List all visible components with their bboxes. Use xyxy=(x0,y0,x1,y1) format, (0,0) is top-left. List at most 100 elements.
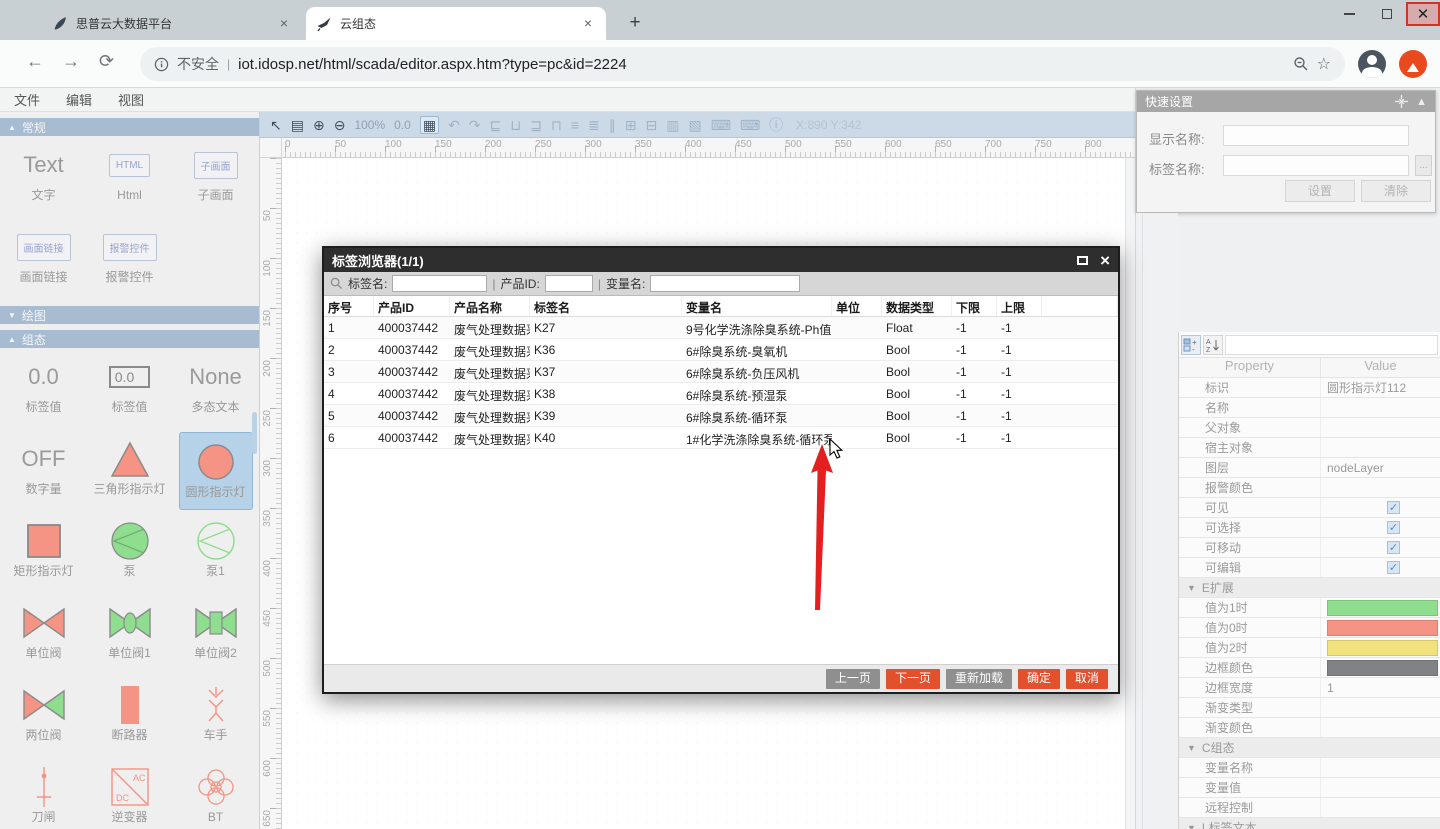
color-swatch[interactable] xyxy=(1327,600,1438,616)
zoom-out-icon[interactable]: ⊖ xyxy=(334,118,346,132)
address-bar[interactable]: 不安全 | iot.idosp.net/html/scada/editor.as… xyxy=(140,47,1345,81)
palette-section-general[interactable]: ▲常规 xyxy=(0,118,259,136)
palette-item-rect-light[interactable]: 矩形指示灯 xyxy=(1,512,87,594)
palette-item-alarm-widget[interactable]: 报警控件报警控件 xyxy=(87,218,173,300)
display-name-field[interactable] xyxy=(1223,125,1409,146)
dialog-close-icon[interactable]: × xyxy=(1100,252,1110,269)
tag-name-field[interactable] xyxy=(1223,155,1409,176)
palette-item-inverter[interactable]: ACDC逆变器 xyxy=(87,758,173,829)
palette-item-breaker[interactable]: 断路器 xyxy=(87,676,173,758)
zoom-in-icon[interactable]: ⊕ xyxy=(313,118,325,132)
save-icon[interactable]: ▤ xyxy=(291,118,304,132)
maximize-icon[interactable] xyxy=(1077,256,1088,265)
property-value[interactable] xyxy=(1321,598,1440,617)
palette-item-bt[interactable]: BT xyxy=(173,758,259,829)
property-value[interactable] xyxy=(1321,478,1440,497)
property-section-row[interactable]: ▼C组态 xyxy=(1179,738,1440,758)
property-value[interactable] xyxy=(1321,618,1440,637)
back-icon[interactable]: ← xyxy=(26,51,44,72)
palette-item-two-way-valve[interactable]: 两位阀 xyxy=(1,676,87,758)
palette-item-tag-value-box[interactable]: 0.0标签值 xyxy=(87,348,173,430)
set-button[interactable]: 设置 xyxy=(1285,180,1355,202)
checkbox-checked-icon[interactable]: ✓ xyxy=(1387,561,1400,574)
restore-button[interactable] xyxy=(1368,0,1406,28)
cancel-button[interactable]: 取消 xyxy=(1066,669,1108,689)
section-collapse-icon[interactable]: ▼ xyxy=(1187,823,1196,829)
forward-icon[interactable]: → xyxy=(62,51,80,72)
menu-file[interactable]: 文件 xyxy=(14,90,40,109)
menu-view[interactable]: 视图 xyxy=(118,90,144,109)
property-value[interactable]: nodeLayer xyxy=(1321,458,1440,477)
palette-item-unit-valve[interactable]: 单位阀 xyxy=(1,594,87,676)
minimize-button[interactable] xyxy=(1330,0,1368,28)
palette-item-triangle-light[interactable]: 三角形指示灯 xyxy=(87,430,173,512)
property-value[interactable]: ✓ xyxy=(1321,558,1440,577)
property-value[interactable] xyxy=(1321,418,1440,437)
select-cursor-icon[interactable]: ↖ xyxy=(270,118,282,132)
color-swatch[interactable] xyxy=(1327,660,1438,676)
section-collapse-icon[interactable]: ▼ xyxy=(1187,583,1196,593)
table-row[interactable]: 4400037442废气处理数据采K386#除臭系统-预湿泵Bool-1-1 xyxy=(324,383,1118,405)
property-value[interactable] xyxy=(1321,798,1440,817)
grid-toggle-icon[interactable]: ▦ xyxy=(420,116,439,134)
property-value[interactable] xyxy=(1321,758,1440,777)
palette-item-tag-value[interactable]: 0.0标签值 xyxy=(1,348,87,430)
product-id-search-input[interactable] xyxy=(545,275,593,292)
property-value[interactable] xyxy=(1321,438,1440,457)
property-value[interactable]: ✓ xyxy=(1321,498,1440,517)
property-value[interactable] xyxy=(1321,778,1440,797)
palette-item-digital-value[interactable]: OFF数字量 xyxy=(1,430,87,512)
property-filter-input[interactable] xyxy=(1225,335,1438,355)
property-value[interactable]: ✓ xyxy=(1321,518,1440,537)
palette-item-circle-light[interactable]: 圆形指示灯 xyxy=(179,432,253,510)
palette-scrollbar[interactable] xyxy=(252,412,257,454)
palette-item-handcart[interactable]: 车手 xyxy=(173,676,259,758)
table-row[interactable]: 3400037442废气处理数据采K376#除臭系统-负压风机Bool-1-1 xyxy=(324,361,1118,383)
ok-button[interactable]: 确定 xyxy=(1018,669,1060,689)
reload-button[interactable]: 重新加载 xyxy=(946,669,1012,689)
palette-item-multistate-text[interactable]: None多态文本 xyxy=(173,348,259,430)
bookmark-star-icon[interactable]: ☆ xyxy=(1317,54,1331,74)
property-section-row[interactable]: ▼L标签文本 xyxy=(1179,818,1440,829)
dock-icon[interactable] xyxy=(1395,95,1408,108)
palette-section-scada[interactable]: ▲组态 xyxy=(0,330,259,348)
clear-button[interactable]: 清除 xyxy=(1361,180,1431,202)
checkbox-checked-icon[interactable]: ✓ xyxy=(1387,501,1400,514)
profile-avatar[interactable] xyxy=(1358,50,1386,78)
close-button[interactable]: ✕ xyxy=(1406,2,1440,26)
categorize-icon[interactable]: +- xyxy=(1181,335,1201,355)
table-row[interactable]: 1400037442废气处理数据采K279号化学洗涤除臭系统-Ph值Float-… xyxy=(324,317,1118,339)
property-value[interactable] xyxy=(1321,698,1440,717)
palette-item-html[interactable]: HTMLHtml xyxy=(87,136,173,218)
property-value[interactable]: 圆形指示灯112 xyxy=(1321,378,1440,397)
canvas-scrollbar[interactable] xyxy=(1125,158,1135,829)
property-value[interactable] xyxy=(1321,398,1440,417)
property-value[interactable]: ✓ xyxy=(1321,538,1440,557)
checkbox-checked-icon[interactable]: ✓ xyxy=(1387,541,1400,554)
palette-item-pump1[interactable]: 泵1 xyxy=(173,512,259,594)
property-value[interactable] xyxy=(1321,718,1440,737)
color-swatch[interactable] xyxy=(1327,640,1438,656)
menu-edit[interactable]: 编辑 xyxy=(66,90,92,109)
var-name-search-input[interactable] xyxy=(650,275,800,292)
tab-dashboard[interactable]: 思普云大数据平台 × xyxy=(42,7,302,40)
table-row[interactable]: 5400037442废气处理数据采K396#除臭系统-循环泵Bool-1-1 xyxy=(324,405,1118,427)
palette-item-text[interactable]: Text文字 xyxy=(1,136,87,218)
info-icon[interactable] xyxy=(154,57,169,72)
tab-close-icon[interactable]: × xyxy=(276,16,292,32)
tab-close-icon[interactable]: × xyxy=(580,16,596,32)
palette-item-screen-link[interactable]: 画面链接画面链接 xyxy=(1,218,87,300)
palette-item-unit-valve2[interactable]: 单位阀2 xyxy=(173,594,259,676)
property-value[interactable] xyxy=(1321,658,1440,677)
prev-page-button[interactable]: 上一页 xyxy=(826,669,880,689)
table-row[interactable]: 6400037442废气处理数据采K401#化学洗涤除臭系统-循环泵Bool-1… xyxy=(324,427,1118,449)
property-value[interactable]: 1 xyxy=(1321,678,1440,697)
reload-icon[interactable]: ⟳ xyxy=(99,51,114,72)
section-collapse-icon[interactable]: ▼ xyxy=(1187,743,1196,753)
property-value[interactable] xyxy=(1321,638,1440,657)
palette-item-pump[interactable]: 泵 xyxy=(87,512,173,594)
table-row[interactable]: 2400037442废气处理数据采K366#除臭系统-臭氧机Bool-1-1 xyxy=(324,339,1118,361)
collapse-icon[interactable]: ▲ xyxy=(1416,96,1427,108)
checkbox-checked-icon[interactable]: ✓ xyxy=(1387,521,1400,534)
palette-item-knife-switch[interactable]: 刀闸 xyxy=(1,758,87,829)
